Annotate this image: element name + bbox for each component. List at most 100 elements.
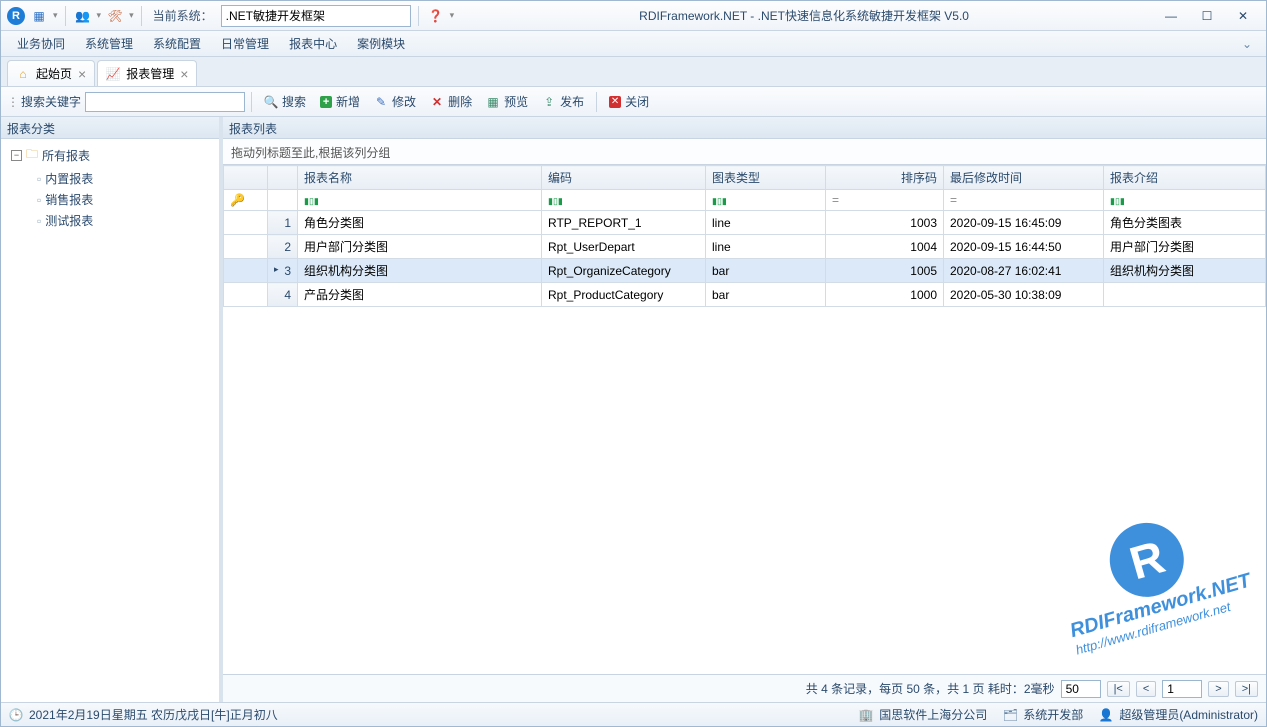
- plus-icon: +: [320, 96, 332, 108]
- menu-item[interactable]: 系统管理: [75, 31, 143, 56]
- tab-close-icon[interactable]: ×: [78, 66, 86, 82]
- row-number: 1: [268, 211, 298, 235]
- tree-item-label: 内置报表: [45, 170, 93, 187]
- cell-intro: 组织机构分类图: [1104, 259, 1266, 283]
- users-icon[interactable]: 👥: [73, 6, 93, 26]
- row-number: 3: [268, 259, 298, 283]
- pager: 共 4 条记录，每页 50 条，共 1 页 耗时：2毫秒 |< < > >|: [223, 674, 1266, 702]
- cell-code: Rpt_ProductCategory: [542, 283, 706, 307]
- search-input[interactable]: [85, 92, 245, 112]
- cell-time: 2020-08-27 16:02:41: [944, 259, 1104, 283]
- preview-button[interactable]: ▦预览: [480, 90, 534, 113]
- tree-root[interactable]: − 🗀 所有报表: [7, 143, 213, 168]
- filter-type[interactable]: ▮▯▮: [706, 190, 826, 211]
- tree-item[interactable]: ▫ 内置报表: [7, 168, 213, 189]
- pencil-icon: ✎: [374, 95, 388, 109]
- cell-code: RTP_REPORT_1: [542, 211, 706, 235]
- menu-item[interactable]: 业务协同: [7, 31, 75, 56]
- row-selector[interactable]: [224, 211, 268, 235]
- current-system-label: 当前系统：: [153, 7, 213, 24]
- right-pane-header: 报表列表: [223, 117, 1266, 139]
- filter-code[interactable]: ▮▯▮: [542, 190, 706, 211]
- tab[interactable]: ⌂起始页×: [7, 60, 95, 86]
- tools-icon[interactable]: 🛠: [105, 6, 125, 26]
- folder-icon: 🗀: [26, 145, 38, 166]
- col-name[interactable]: 报表名称: [298, 166, 542, 190]
- col-type[interactable]: 图表类型: [706, 166, 826, 190]
- tree-item[interactable]: ▫测试报表: [7, 210, 213, 231]
- menu-item[interactable]: 案例模块: [347, 31, 415, 56]
- preview-icon: ▦: [486, 95, 500, 109]
- filter-sort[interactable]: =: [826, 190, 944, 211]
- clock-icon: 🕒: [9, 708, 23, 722]
- filter-name[interactable]: ▮▯▮: [298, 190, 542, 211]
- menu-item[interactable]: 报表中心: [279, 31, 347, 56]
- help-icon[interactable]: ❓: [426, 6, 446, 26]
- page-input[interactable]: [1162, 680, 1202, 698]
- page-icon: ▫: [37, 172, 41, 186]
- current-system-select[interactable]: [221, 5, 411, 27]
- group-panel[interactable]: 拖动列标题至此,根据该列分组: [223, 139, 1266, 165]
- search-button[interactable]: 🔍搜索: [258, 90, 312, 113]
- rownum-header[interactable]: [268, 166, 298, 190]
- filter-intro[interactable]: ▮▯▮: [1104, 190, 1266, 211]
- left-pane-header: 报表分类: [1, 117, 219, 139]
- selector-header[interactable]: [224, 166, 268, 190]
- cell-sort: 1004: [826, 235, 944, 259]
- tab-label: 报表管理: [126, 65, 174, 82]
- cell-sort: 1005: [826, 259, 944, 283]
- first-page-button[interactable]: |<: [1107, 681, 1130, 697]
- close-button[interactable]: ✕关闭: [603, 90, 655, 113]
- app-logo-icon: R: [7, 7, 25, 25]
- category-tree: − 🗀 所有报表 ▫ 内置报表 ▫销售报表▫测试报表: [1, 139, 219, 235]
- next-page-button[interactable]: >: [1208, 681, 1228, 697]
- row-selector[interactable]: [224, 259, 268, 283]
- minimize-button[interactable]: —: [1154, 5, 1188, 27]
- filter-selector[interactable]: 🔑: [224, 190, 268, 211]
- tab-close-icon[interactable]: ×: [180, 66, 188, 82]
- table-row[interactable]: 3 组织机构分类图 Rpt_OrganizeCategory bar 1005 …: [224, 259, 1266, 283]
- cell-intro: 角色分类图表: [1104, 211, 1266, 235]
- close-window-button[interactable]: ✕: [1226, 5, 1260, 27]
- col-time[interactable]: 最后修改时间: [944, 166, 1104, 190]
- page-size-input[interactable]: [1061, 680, 1101, 698]
- publish-button[interactable]: ⇪发布: [536, 90, 590, 113]
- cell-name: 产品分类图: [298, 283, 542, 307]
- filter-time[interactable]: =: [944, 190, 1104, 211]
- cell-sort: 1000: [826, 283, 944, 307]
- x-icon: ✕: [430, 95, 444, 109]
- close-icon: ✕: [609, 96, 621, 108]
- collapse-icon[interactable]: −: [11, 150, 22, 161]
- prev-page-button[interactable]: <: [1136, 681, 1156, 697]
- watermark: R RDIFramework.NET http://www.rdiframewo…: [1047, 498, 1257, 657]
- grid-icon[interactable]: ▦: [29, 6, 49, 26]
- col-sort[interactable]: 排序码: [826, 166, 944, 190]
- table-row[interactable]: 2 用户部门分类图 Rpt_UserDepart line 1004 2020-…: [224, 235, 1266, 259]
- app-title: RDIFramework.NET - .NET快速信息化系统敏捷开发框架 V5.…: [454, 7, 1154, 24]
- table-row[interactable]: 1 角色分类图 RTP_REPORT_1 line 1003 2020-09-1…: [224, 211, 1266, 235]
- table-row[interactable]: 4 产品分类图 Rpt_ProductCategory bar 1000 202…: [224, 283, 1266, 307]
- grid-filter-row: 🔑 ▮▯▮ ▮▯▮ ▮▯▮ = = ▮▯▮: [224, 190, 1266, 211]
- tree-item[interactable]: ▫销售报表: [7, 189, 213, 210]
- publish-icon: ⇪: [542, 95, 556, 109]
- tree-item-label: 测试报表: [45, 212, 93, 229]
- row-selector[interactable]: [224, 283, 268, 307]
- menubar-expand-icon[interactable]: ⌄: [1234, 37, 1260, 51]
- col-code[interactable]: 编码: [542, 166, 706, 190]
- menu-item[interactable]: 系统配置: [143, 31, 211, 56]
- report-grid: 报表名称 编码 图表类型 排序码 最后修改时间 报表介绍 🔑 ▮▯▮ ▮▯▮ ▮…: [223, 165, 1266, 674]
- menu-item[interactable]: 日常管理: [211, 31, 279, 56]
- status-company: 国思软件上海分公司: [879, 706, 987, 723]
- edit-button[interactable]: ✎修改: [368, 90, 422, 113]
- col-intro[interactable]: 报表介绍: [1104, 166, 1266, 190]
- row-selector[interactable]: [224, 235, 268, 259]
- last-page-button[interactable]: >|: [1235, 681, 1258, 697]
- maximize-button[interactable]: ☐: [1190, 5, 1224, 27]
- tab[interactable]: 📈报表管理×: [97, 60, 197, 86]
- building-icon: 🏢: [859, 708, 873, 722]
- cell-name: 用户部门分类图: [298, 235, 542, 259]
- main-area: 报表分类 − 🗀 所有报表 ▫ 内置报表 ▫销售报表▫测试报表 报表列表 拖动列标题…: [1, 117, 1266, 702]
- delete-button[interactable]: ✕删除: [424, 90, 478, 113]
- search-icon: 🔍: [264, 95, 278, 109]
- add-button[interactable]: +新增: [314, 90, 366, 113]
